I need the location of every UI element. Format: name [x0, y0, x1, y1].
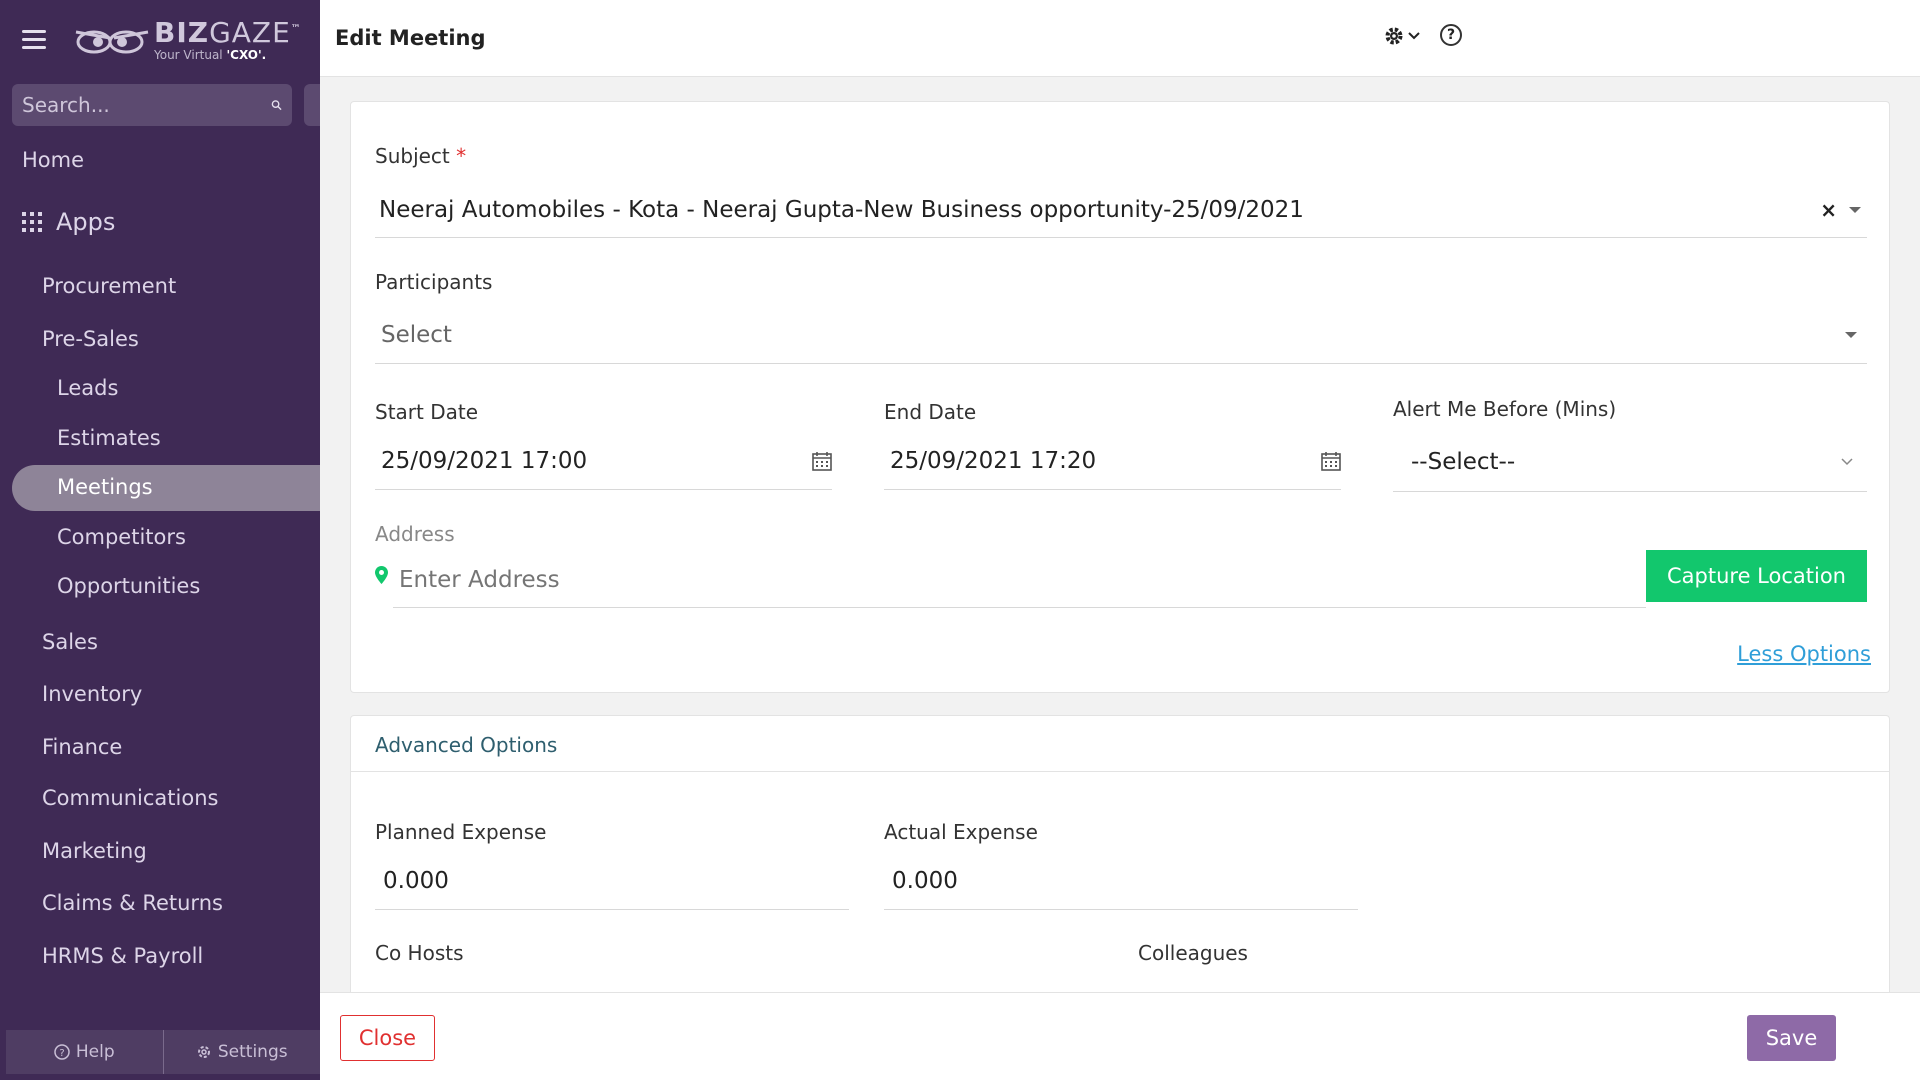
co-hosts-label: Co Hosts: [375, 941, 464, 965]
planned-expense-label: Planned Expense: [375, 820, 547, 844]
sidebar-item-marketing[interactable]: Marketing: [42, 839, 147, 863]
sidebar-item-leads[interactable]: Leads: [57, 376, 118, 400]
participants-select[interactable]: Select: [375, 306, 1867, 364]
settings-dropdown[interactable]: [1384, 26, 1420, 46]
calendar-icon[interactable]: [812, 451, 832, 471]
end-date-value: 25/09/2021 17:20: [890, 447, 1097, 474]
chevron-down-icon[interactable]: [1841, 457, 1853, 466]
svg-text:?: ?: [59, 1048, 64, 1059]
sidebar-item-finance[interactable]: Finance: [42, 735, 122, 759]
owl-eyes-icon: [75, 30, 149, 54]
sidebar-item-apps-label: Apps: [56, 208, 116, 236]
settings-button-label: Settings: [217, 1042, 288, 1062]
help-circle-icon: ?: [54, 1044, 70, 1060]
sidebar-item-estimates[interactable]: Estimates: [57, 426, 161, 450]
participants-label: Participants: [375, 270, 493, 294]
planned-expense-input[interactable]: 0.000: [375, 852, 849, 910]
sidebar-header: BIZGAZE™ Your Virtual 'CXO'.: [0, 0, 320, 80]
sidebar-item-home[interactable]: Home: [22, 148, 84, 172]
participants-value: Select: [381, 321, 452, 348]
end-date-label: End Date: [884, 400, 977, 424]
alert-before-value: --Select--: [1411, 448, 1516, 475]
sidebar-footer: ? Help Settings: [6, 1030, 320, 1074]
sidebar-search: [12, 84, 292, 126]
page-right-gutter: [1890, 77, 1920, 1080]
search-input[interactable]: [22, 93, 271, 117]
logo-text-biz: BIZ: [154, 16, 210, 49]
alert-before-label: Alert Me Before (Mins): [1393, 397, 1617, 421]
clear-x-icon[interactable]: ×: [1820, 198, 1837, 222]
close-button[interactable]: Close: [340, 1015, 435, 1061]
bizgaze-logo[interactable]: BIZGAZE™ Your Virtual 'CXO'.: [72, 18, 302, 62]
help-question-icon[interactable]: ?: [1440, 24, 1462, 46]
settings-gear-icon: [197, 1046, 210, 1058]
start-date-label: Start Date: [375, 400, 479, 424]
help-button[interactable]: ? Help: [6, 1030, 163, 1074]
required-asterisk: *: [456, 144, 467, 168]
gear-icon: [1385, 27, 1403, 45]
start-date-value: 25/09/2021 17:00: [381, 447, 588, 474]
logo-tagline-cxo: 'CXO'.: [226, 48, 267, 62]
sidebar-item-communications[interactable]: Communications: [42, 786, 218, 810]
subject-select[interactable]: Neeraj Automobiles - Kota - Neeraj Gupta…: [375, 182, 1867, 238]
location-pin-icon: [375, 566, 388, 584]
search-icon[interactable]: [271, 94, 282, 116]
logo-trademark: ™: [290, 23, 302, 35]
colleagues-label: Colleagues: [1138, 941, 1248, 965]
start-date-input[interactable]: 25/09/2021 17:00: [375, 432, 832, 490]
actual-expense-value: 0.000: [892, 867, 958, 894]
end-date-input[interactable]: 25/09/2021 17:20: [884, 432, 1341, 490]
capture-location-button[interactable]: Capture Location: [1646, 550, 1867, 602]
hamburger-menu-icon[interactable]: [22, 30, 46, 50]
search-tab-handle[interactable]: [304, 84, 320, 126]
chevron-down-icon: [1408, 32, 1420, 40]
form-footer: Close Save: [320, 992, 1920, 1080]
less-options-link[interactable]: Less Options: [1737, 642, 1871, 666]
sidebar: BIZGAZE™ Your Virtual 'CXO'. Home Apps P…: [0, 0, 320, 1080]
calendar-icon[interactable]: [1321, 451, 1341, 471]
logo-text-gaze: GAZE: [209, 16, 291, 49]
sidebar-item-procurement[interactable]: Procurement: [42, 274, 176, 298]
subject-value: Neeraj Automobiles - Kota - Neeraj Gupta…: [379, 196, 1304, 223]
planned-expense-value: 0.000: [383, 867, 449, 894]
actual-expense-label: Actual Expense: [884, 820, 1038, 844]
sidebar-item-competitors[interactable]: Competitors: [57, 525, 186, 549]
sidebar-item-sales[interactable]: Sales: [42, 630, 98, 654]
sidebar-item-pre-sales[interactable]: Pre-Sales: [42, 327, 139, 351]
address-input[interactable]: [393, 566, 1646, 593]
sidebar-item-hrms-payroll[interactable]: HRMS & Payroll: [42, 944, 203, 968]
sidebar-item-meetings[interactable]: Meetings: [57, 475, 153, 499]
sidebar-item-claims-returns[interactable]: Claims & Returns: [42, 891, 223, 915]
subject-label: Subject *: [375, 144, 466, 168]
meeting-details-card: Subject * Neeraj Automobiles - Kota - Ne…: [350, 101, 1890, 693]
advanced-options-card: Advanced Options Planned Expense 0.000 A…: [350, 715, 1890, 1015]
sidebar-item-apps[interactable]: Apps: [22, 208, 115, 236]
address-label: Address: [375, 522, 455, 546]
advanced-options-title: Advanced Options: [375, 733, 558, 757]
page-title: Edit Meeting: [335, 26, 486, 50]
sidebar-item-inventory[interactable]: Inventory: [42, 682, 142, 706]
help-button-label: Help: [75, 1042, 115, 1062]
page-header: Edit Meeting ?: [320, 0, 1920, 77]
apps-grid-icon: [22, 212, 42, 232]
sidebar-item-opportunities[interactable]: Opportunities: [57, 574, 200, 598]
logo-tagline: Your Virtual: [154, 48, 227, 62]
save-button[interactable]: Save: [1747, 1015, 1836, 1061]
settings-button[interactable]: Settings: [164, 1030, 321, 1074]
advanced-options-header: Advanced Options: [351, 716, 1889, 772]
subject-label-text: Subject: [375, 144, 450, 168]
caret-down-icon[interactable]: [1845, 331, 1857, 338]
address-field: [393, 552, 1646, 608]
caret-down-icon[interactable]: [1849, 206, 1861, 213]
alert-before-select[interactable]: --Select--: [1393, 432, 1867, 492]
actual-expense-input[interactable]: 0.000: [884, 852, 1358, 910]
